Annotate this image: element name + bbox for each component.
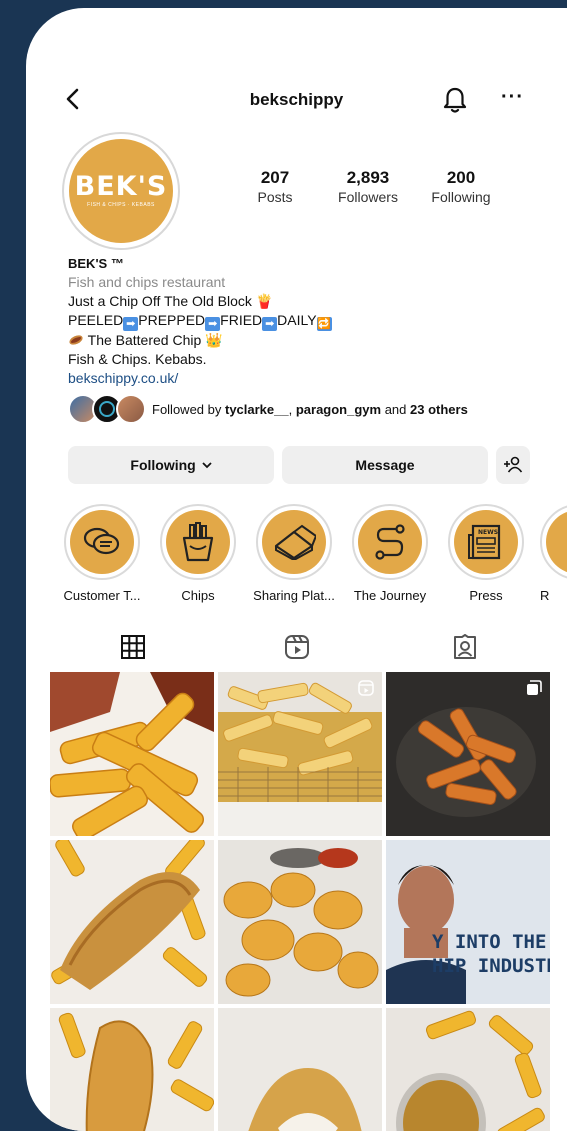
arrow-right-icon: ➡ (205, 317, 221, 331)
top-bar: bekschippy ··· (26, 80, 567, 120)
bio-line-2: PEELED ➡ PREPPED ➡ FRIED ➡ DAILY🔁 (68, 311, 538, 331)
logo-subtext: FISH & CHIPS · KEBABS (87, 202, 155, 208)
post-thumbnail[interactable] (218, 672, 382, 836)
grid-icon[interactable] (120, 634, 146, 660)
tagged-icon[interactable] (452, 634, 478, 660)
bio-word-fried: FRIED (220, 312, 263, 328)
post-thumbnail[interactable] (386, 672, 550, 836)
followed-mid: and (381, 402, 411, 417)
followed-prefix: Followed by (152, 402, 225, 417)
following-count: 200 (446, 168, 476, 187)
arrow-right-icon: ➡ (262, 317, 278, 331)
post-thumbnail[interactable] (50, 840, 214, 1004)
logo-text: BEK'S (74, 171, 168, 202)
route-icon (375, 524, 405, 560)
highlight-label: The Journey (353, 588, 427, 603)
bio-word-peeled: PEELED (68, 312, 124, 328)
fries-icon (182, 522, 214, 562)
message-button[interactable]: Message (282, 446, 488, 484)
category-label: Fish and chips restaurant (68, 274, 226, 290)
highlight-label: Press (469, 588, 503, 603)
more-options-icon[interactable]: ··· (501, 87, 524, 107)
follower-user-2[interactable]: paragon_gym (296, 402, 381, 417)
chevron-down-icon (201, 462, 212, 469)
bio-line-3: The Battered Chip 👑 (68, 331, 538, 350)
highlight-label: Chips (181, 588, 215, 603)
display-name: BEK'S ™ (68, 256, 124, 271)
profile-bio: BEK'S ™ Fish and chips restaurant Just a… (68, 254, 538, 388)
follower-avatar (116, 394, 146, 424)
reel-badge-icon (358, 680, 374, 696)
post-thumbnail[interactable]: Y INTO THE HIP INDUSTR (386, 840, 550, 1004)
bio-line-4: Fish & Chips. Kebabs. (68, 351, 207, 367)
highlight-label: R (540, 588, 550, 603)
following-stat[interactable]: 200 Following (416, 168, 506, 205)
followed-by-row[interactable]: Followed by tyclarke__, paragon_gym and … (68, 394, 548, 428)
profile-avatar[interactable]: BEK'S FISH & CHIPS · KEBABS (62, 132, 180, 250)
profile-username: bekschippy (249, 90, 344, 109)
speech-bubbles-icon (83, 527, 120, 555)
post-thumbnail[interactable] (50, 672, 214, 836)
follower-user-1[interactable]: tyclarke__ (225, 402, 289, 417)
photo-overlay-text-1: Y INTO THE (432, 931, 546, 953)
post-thumbnail[interactable] (218, 1008, 382, 1131)
post-thumbnail[interactable] (218, 840, 382, 1004)
followers-count: 2,893 (346, 168, 390, 187)
bio-word-prepped: PREPPED (138, 312, 206, 328)
brand-logo: BEK'S FISH & CHIPS · KEBABS (69, 139, 173, 243)
highlight-partial[interactable]: R (540, 504, 567, 603)
posts-count: 207 (260, 168, 290, 187)
post-thumbnail[interactable] (386, 1008, 550, 1131)
reels-icon[interactable] (284, 634, 310, 660)
highlight-press[interactable]: NEWS Press (444, 504, 528, 603)
highlight-chips[interactable]: Chips (156, 504, 240, 603)
highlight-sharing-platters[interactable]: Sharing Plat... (252, 504, 336, 603)
arrow-right-icon: ➡ (123, 317, 139, 331)
post-thumbnail[interactable] (50, 1008, 214, 1131)
message-button-label: Message (355, 457, 415, 473)
repeat-icon: 🔁 (316, 317, 332, 331)
following-label: Following (431, 189, 491, 205)
suggested-users-button[interactable] (496, 446, 530, 484)
hotdog-icon (68, 332, 84, 345)
bio-line-3-text: The Battered Chip 👑 (87, 332, 223, 348)
highlight-the-journey[interactable]: The Journey (348, 504, 432, 603)
highlight-customer-testimonials[interactable]: Customer T... (60, 504, 144, 603)
posts-stat[interactable]: 207 Posts (230, 168, 320, 205)
bio-word-daily: DAILY (277, 312, 317, 328)
followers-label: Followers (338, 189, 398, 205)
carousel-badge-icon (527, 680, 542, 695)
add-person-icon (504, 456, 523, 473)
website-link[interactable]: bekschippy.co.uk/ (68, 369, 538, 388)
svg-text:NEWS: NEWS (478, 529, 498, 536)
bio-line-1: Just a Chip Off The Old Block 🍟 (68, 293, 274, 309)
profile-tabs (26, 628, 567, 668)
pizza-box-icon (274, 524, 316, 560)
photo-overlay-text-2: HIP INDUSTR (432, 955, 550, 977)
newspaper-icon: NEWS (468, 524, 501, 560)
bell-icon[interactable] (442, 86, 468, 114)
highlight-label: Sharing Plat... (253, 588, 335, 603)
followers-stat[interactable]: 2,893 Followers (323, 168, 413, 205)
following-button-label: Following (130, 457, 196, 473)
followers-others[interactable]: 23 others (410, 402, 468, 417)
followed-by-text: Followed by tyclarke__, paragon_gym and … (152, 402, 468, 417)
posts-label: Posts (257, 189, 293, 205)
following-button[interactable]: Following (68, 446, 274, 484)
highlight-label: Customer T... (63, 588, 141, 603)
phone-frame: bekschippy ··· BEK'S FISH & CHIPS · KEBA… (26, 8, 567, 1131)
followed-sep: , (288, 402, 296, 417)
